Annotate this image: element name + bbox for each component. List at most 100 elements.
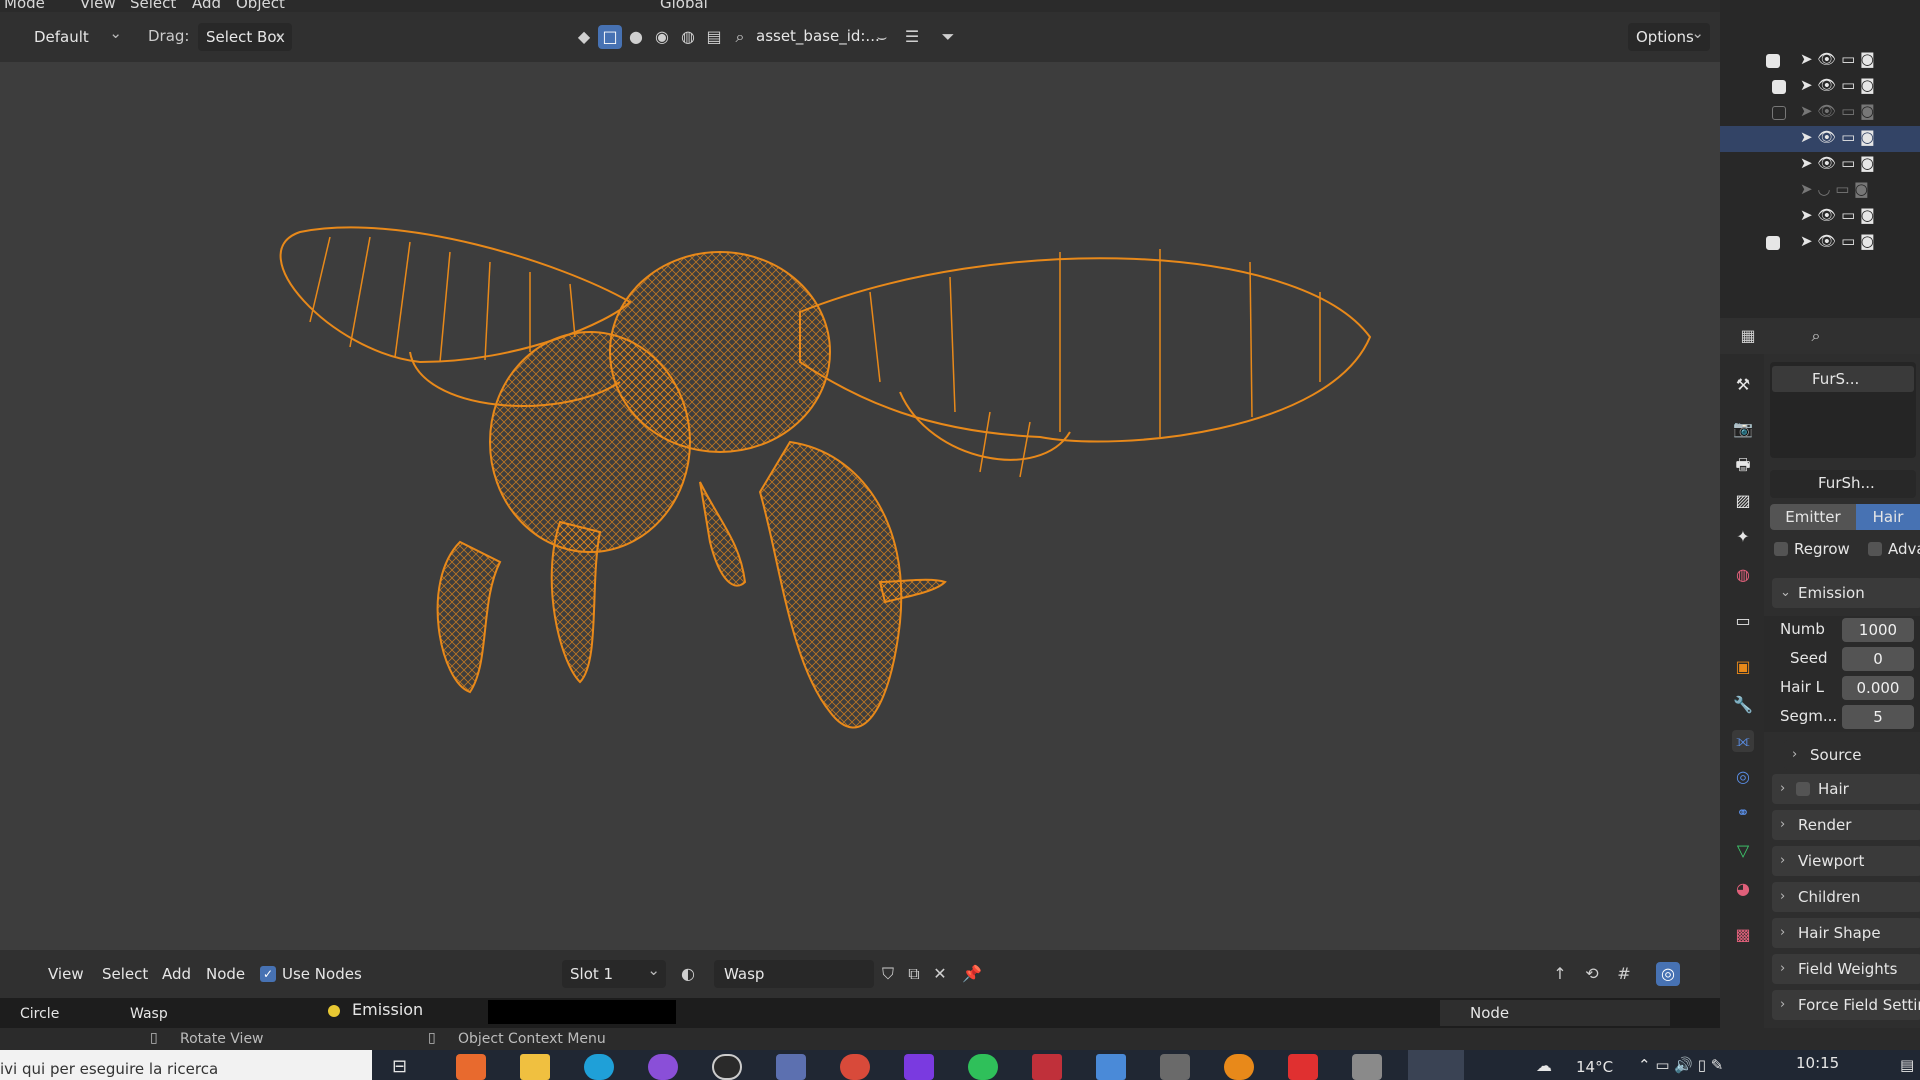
world-icon[interactable]: ◍ [676, 25, 700, 49]
tool-tab-icon[interactable]: ⚒ [1732, 374, 1754, 396]
exclude-checkbox[interactable] [1772, 106, 1786, 120]
node-panel-header[interactable]: Node [1440, 1000, 1670, 1026]
view-layer-tab-icon[interactable]: ▨ [1732, 490, 1754, 512]
viewport-display-panel[interactable]: ›Viewport Display [1772, 846, 1920, 900]
particle-settings-field[interactable]: FurSh... [1770, 470, 1916, 498]
hair-button[interactable]: Hair [1856, 504, 1920, 530]
menu-object[interactable]: Object [236, 0, 285, 12]
chrome-icon[interactable] [840, 1054, 870, 1080]
tor-browser-icon[interactable] [648, 1054, 678, 1080]
slot-dropdown[interactable]: Slot 1 [562, 956, 666, 988]
material-preview-icon[interactable]: ◉ [650, 25, 674, 49]
source-panel[interactable]: › Source [1784, 740, 1920, 770]
seed-field[interactable]: 0 [1842, 647, 1914, 671]
emission-panel[interactable]: ⌄ Emission [1772, 578, 1920, 608]
outliner-row-selected[interactable]: ➤ 👁 ▭ ◙ [1720, 126, 1920, 152]
transform-orientation[interactable]: Global [660, 0, 708, 12]
game-icon[interactable] [1160, 1054, 1190, 1080]
sphere-icon[interactable]: ● [624, 25, 648, 49]
outliner-row[interactable]: ➤ 👁 ▭ ◙ [1720, 230, 1920, 256]
outliner-row[interactable]: ➤ 👁 ▭ ◙ [1720, 48, 1920, 74]
select-box-icon[interactable]: □ [598, 25, 622, 49]
unlink-icon[interactable]: ✕ [928, 962, 952, 986]
hair-shape-panel[interactable]: › Hair Shape [1772, 918, 1920, 948]
material-browse-icon[interactable]: ◐ [676, 962, 700, 986]
outliner-row[interactable]: ➤ 👁 ▭ ◙ [1720, 100, 1920, 126]
calendar-icon[interactable] [1032, 1054, 1062, 1080]
visibility-icons[interactable]: ➤ 👁 ▭ ◙ [1800, 206, 1875, 224]
outliner-row[interactable]: ➤ 👁 ▭ ◙ [1720, 204, 1920, 230]
notifications-icon[interactable]: ▤ [1900, 1056, 1914, 1074]
whatsapp-icon[interactable] [968, 1054, 998, 1080]
number-field[interactable]: 1000 [1842, 618, 1914, 642]
node-menu-node[interactable]: Node [206, 965, 245, 983]
solid-shading-icon[interactable]: ◆ [572, 25, 596, 49]
task-view-icon[interactable]: ⊟ [392, 1056, 407, 1077]
emission-color-field[interactable] [488, 1000, 676, 1024]
visibility-icons[interactable]: ➤ 👁 ▭ ◙ [1800, 50, 1875, 68]
node-editor[interactable]: Circle Wasp Emission Node [0, 998, 1720, 1028]
particles-tab-icon[interactable]: ⟗ [1732, 730, 1754, 752]
force-field-panel[interactable]: › Force Field Settings [1772, 990, 1920, 1020]
file-explorer-icon[interactable] [520, 1054, 550, 1080]
visibility-icons[interactable]: ➤ 👁 ▭ ◙ [1800, 154, 1875, 172]
render-tab-icon[interactable]: 📷 [1732, 418, 1754, 440]
node-menu-select[interactable]: Select [102, 965, 148, 983]
filter-icon[interactable]: ⏷ [936, 25, 960, 49]
link-icon[interactable]: ⌣ [870, 25, 894, 49]
hair-dynamics-panel[interactable]: ›Hair Dynamics [1772, 774, 1920, 828]
hair-dynamics-checkbox[interactable] [1796, 782, 1810, 796]
outliner-row[interactable]: ➤ 👁 ▭ ◙ [1720, 74, 1920, 100]
menu-add[interactable]: Add [192, 0, 221, 12]
options-dropdown[interactable]: Options [1628, 19, 1710, 51]
grid-snap-icon[interactable]: # [1612, 962, 1636, 986]
fake-user-icon[interactable]: ⛉ [876, 962, 900, 986]
visibility-icons[interactable]: ➤ ◡ ▭ ◙ [1800, 180, 1869, 198]
mode-dropdown[interactable]: Default [4, 19, 128, 51]
media-player-icon[interactable] [1288, 1054, 1318, 1080]
outliner-row[interactable]: ➤ ◡ ▭ ◙ [1720, 178, 1920, 204]
exclude-checkbox[interactable] [1772, 80, 1786, 94]
drag-dropdown[interactable]: Select Box [198, 19, 292, 51]
particle-system-item[interactable]: FurS... [1772, 366, 1914, 392]
drawing-app-icon[interactable] [776, 1054, 806, 1080]
3d-viewport[interactable] [0, 62, 1720, 950]
visibility-icons[interactable]: ➤ 👁 ▭ ◙ [1800, 76, 1875, 94]
clock[interactable]: 10:15 [1796, 1054, 1839, 1072]
scene-tab-icon[interactable]: ✦ [1732, 526, 1754, 548]
children-panel[interactable]: › Children [1772, 882, 1920, 912]
parent-icon[interactable]: ↑ [1548, 962, 1572, 986]
physics-tab-icon[interactable]: ◎ [1732, 766, 1754, 788]
taskbar-search-box[interactable]: ivi qui per eseguire la ricerca [0, 1050, 372, 1080]
advanced-checkbox[interactable] [1868, 542, 1882, 556]
video-editor-icon[interactable] [904, 1054, 934, 1080]
material-tab-icon[interactable]: ◕ [1732, 878, 1754, 900]
collection-tab-icon[interactable]: ▭ [1732, 610, 1754, 632]
snap-icon[interactable]: ⟲ [1580, 962, 1604, 986]
material-name-field[interactable]: Wasp [714, 960, 874, 988]
use-nodes-checkbox[interactable]: ✓ [260, 966, 276, 982]
node-menu-view[interactable]: View [48, 965, 84, 983]
exclude-checkbox[interactable] [1766, 54, 1780, 68]
menu-select[interactable]: Select [130, 0, 176, 12]
segments-field[interactable]: 5 [1842, 705, 1914, 729]
menu-view[interactable]: View [80, 0, 116, 12]
blender-active-icon[interactable] [1408, 1050, 1464, 1080]
steam-icon[interactable] [712, 1054, 742, 1080]
properties-search-icon[interactable]: ⌕ [1804, 324, 1828, 348]
field-weights-panel[interactable]: › Field Weights [1772, 954, 1920, 984]
texture-tab-icon[interactable]: ▩ [1732, 924, 1754, 946]
render-panel[interactable]: › Render [1772, 810, 1920, 840]
visibility-icons[interactable]: ➤ 👁 ▭ ◙ [1800, 128, 1875, 146]
world-tab-icon[interactable]: ◍ [1732, 564, 1754, 586]
data-tab-icon[interactable]: ▽ [1732, 840, 1754, 862]
emission-node-label[interactable]: Emission [352, 1000, 423, 1019]
constraints-tab-icon[interactable]: ⚭ [1732, 802, 1754, 824]
calculator-icon[interactable] [1096, 1054, 1126, 1080]
visibility-icons[interactable]: ➤ 👁 ▭ ◙ [1800, 102, 1875, 120]
blender-icon[interactable] [1224, 1054, 1254, 1080]
visibility-icons[interactable]: ➤ 👁 ▭ ◙ [1800, 232, 1875, 250]
filter-asset-icon[interactable]: ▤ [702, 25, 726, 49]
editor-type-icon[interactable]: ▦ [1736, 324, 1760, 348]
regrow-checkbox[interactable] [1774, 542, 1788, 556]
